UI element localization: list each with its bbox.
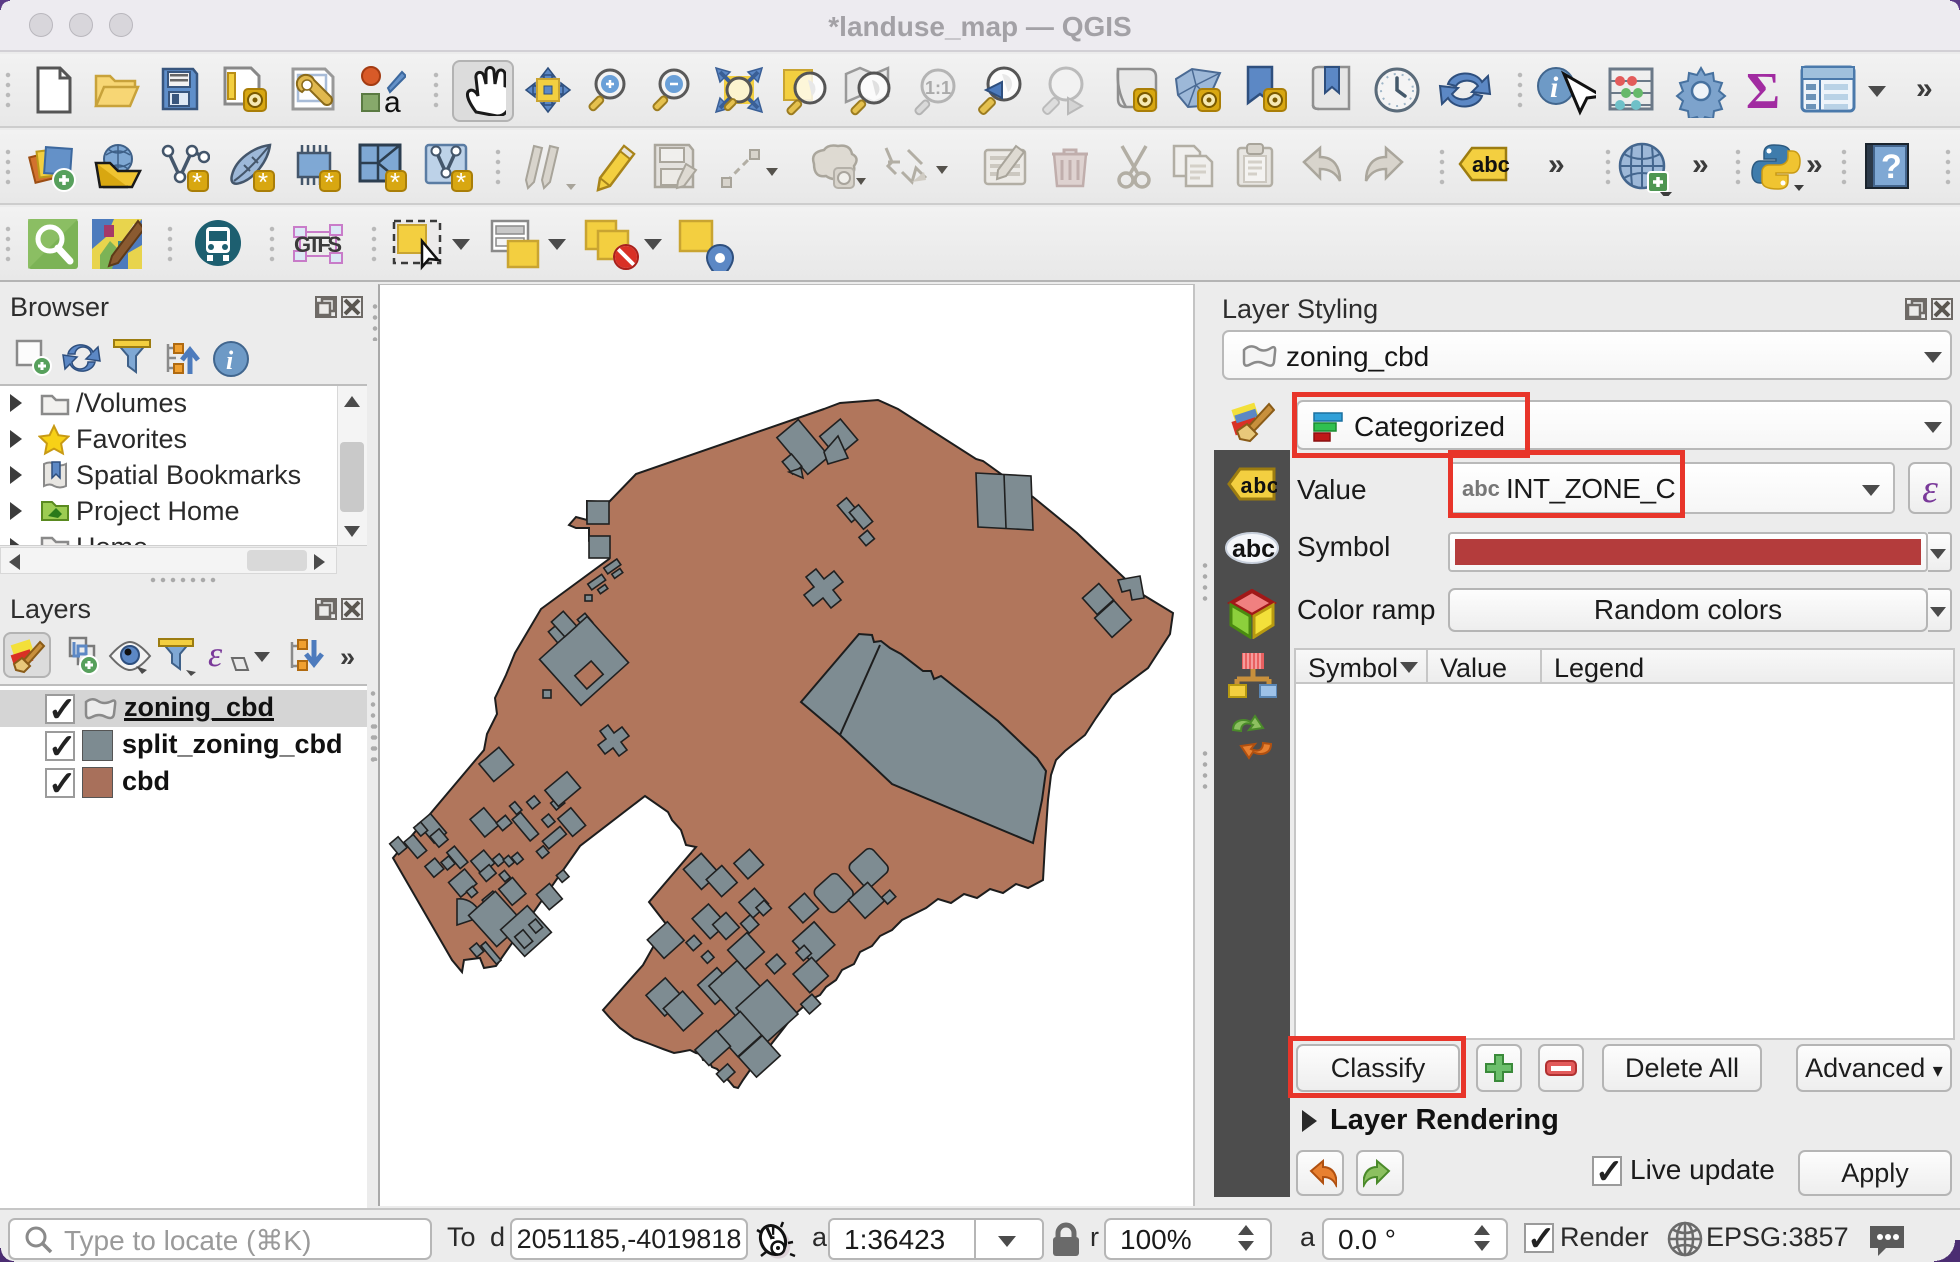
svg-text:*: * [390, 167, 400, 193]
svg-text:1:1: 1:1 [925, 78, 951, 98]
svg-text:*: * [258, 167, 268, 193]
svg-text:*: * [324, 167, 334, 193]
svg-text:a: a [384, 86, 401, 114]
svg-text:abc: abc [1240, 475, 1277, 500]
svg-text:ε: ε [208, 636, 223, 674]
svg-text:*: * [456, 167, 466, 193]
svg-text:abc: abc [1232, 535, 1275, 563]
svg-text:GTFS: GTFS [294, 232, 342, 257]
svg-text:i: i [1550, 71, 1559, 104]
svg-text:abc: abc [1472, 152, 1510, 177]
svg-text:i: i [226, 346, 234, 375]
svg-text:?: ? [1881, 148, 1902, 186]
svg-text:*: * [192, 167, 202, 193]
svg-text:Σ: Σ [1746, 64, 1780, 116]
